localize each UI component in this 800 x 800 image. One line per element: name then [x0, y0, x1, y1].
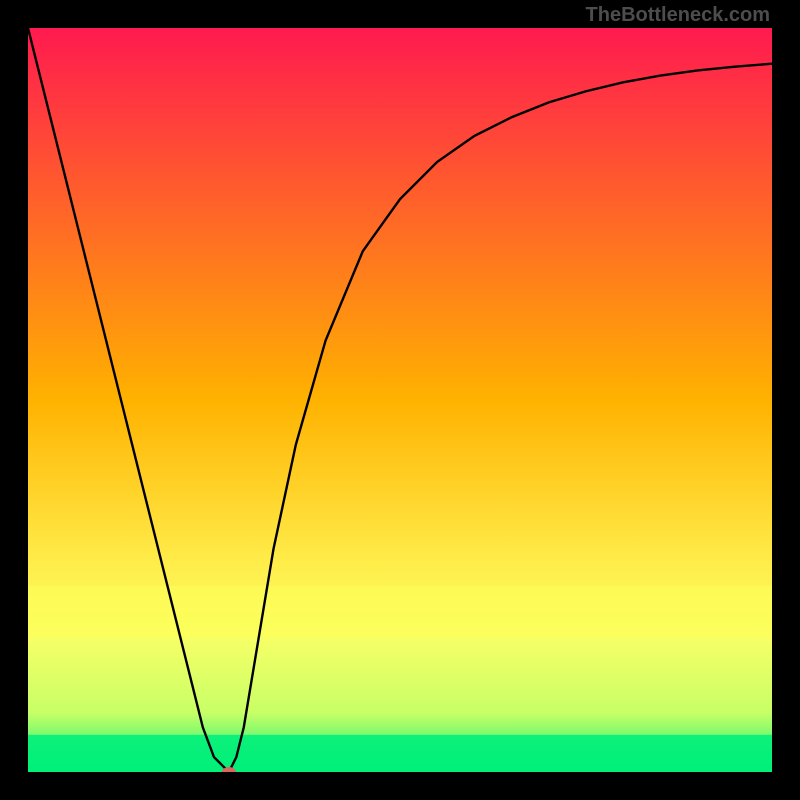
chart-plot: [28, 28, 772, 772]
yellow-highlight-band: [28, 586, 772, 638]
chart-frame: [28, 28, 772, 772]
green-bottom-band: [28, 735, 772, 772]
watermark-text: TheBottleneck.com: [586, 4, 770, 27]
gradient-background: [28, 28, 772, 772]
